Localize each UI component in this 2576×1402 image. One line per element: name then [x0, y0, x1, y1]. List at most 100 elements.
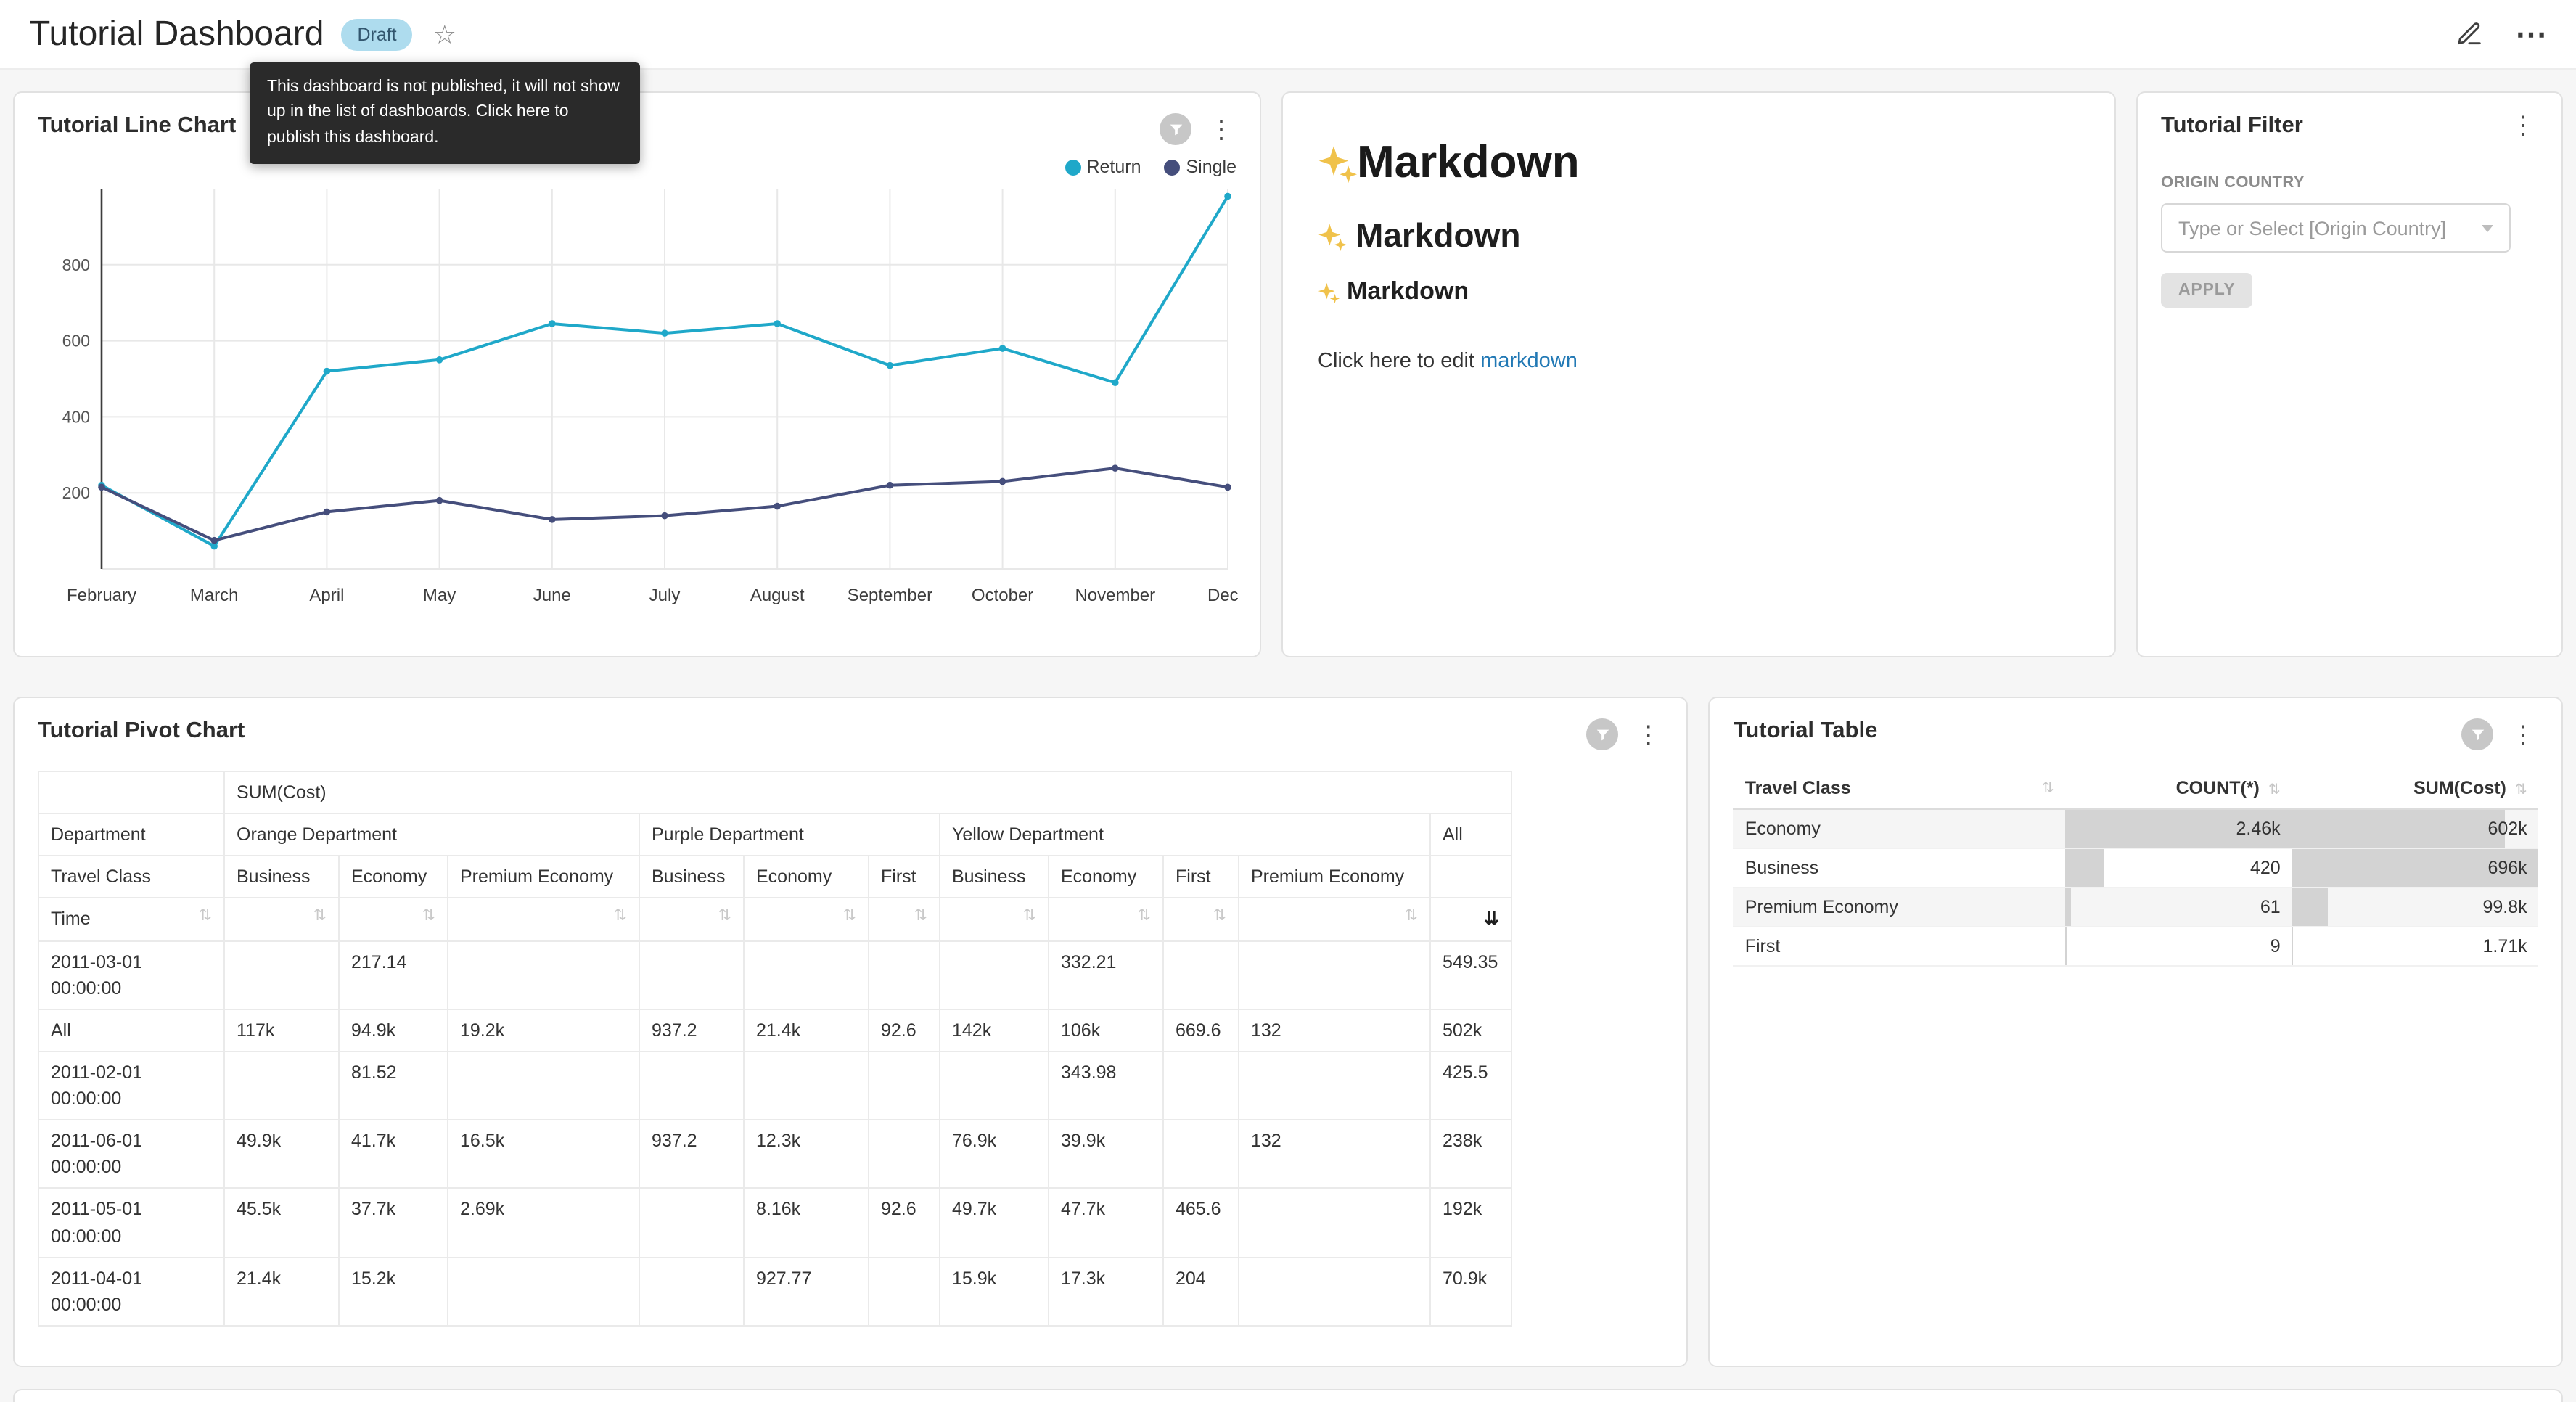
- line-chart-card: Tutorial Line Chart ⋮ ReturnSingle 20040…: [13, 91, 1261, 657]
- kebab-menu-icon[interactable]: ⋮: [2508, 113, 2538, 138]
- kebab-menu-icon[interactable]: ⋮: [1206, 117, 1236, 142]
- svg-text:200: 200: [62, 483, 90, 502]
- table-row: Business420696k: [1734, 848, 2539, 887]
- travel-class-cell: Economy: [1734, 809, 2066, 848]
- sort-icon[interactable]: ⇅: [1405, 906, 1418, 930]
- filter-indicator-icon[interactable]: [1160, 113, 1191, 145]
- next-row-partial-card: [13, 1389, 2563, 1402]
- svg-text:October: October: [972, 586, 1033, 605]
- sort-icon[interactable]: ⇅: [422, 906, 435, 930]
- pivot-cell: [1239, 940, 1430, 1009]
- markdown-h3: Markdown: [1318, 277, 2080, 306]
- publish-tooltip[interactable]: This dashboard is not published, it will…: [250, 62, 640, 164]
- line-chart[interactable]: 200400600800FebruaryMarchAprilMayJuneJul…: [38, 180, 1239, 615]
- pivot-cell: 41.7k: [339, 1120, 448, 1189]
- column-header-sum[interactable]: SUM(Cost)⇅: [2292, 768, 2539, 809]
- pivot-table[interactable]: SUM(Cost)DepartmentOrange DepartmentPurp…: [38, 771, 1512, 1327]
- pivot-cell: [869, 940, 940, 1009]
- sparkles-icon: [1318, 281, 1340, 303]
- markdown-link[interactable]: markdown: [1480, 350, 1578, 373]
- pivot-class-header: Business: [639, 856, 744, 898]
- pivot-cell: [1239, 1257, 1430, 1326]
- pivot-cell: 94.9k: [339, 1009, 448, 1052]
- dashboard-header: Tutorial Dashboard Draft ☆ ⋯: [0, 0, 2576, 70]
- sort-icon[interactable]: ⇅: [2042, 781, 2054, 797]
- sort-icon[interactable]: ⇅: [199, 906, 212, 930]
- pivot-row: 2011-03-01 00:00:00217.14332.21549.35: [38, 940, 1511, 1009]
- origin-country-select[interactable]: Type or Select [Origin Country]: [2161, 203, 2511, 253]
- apply-button[interactable]: APPLY: [2161, 273, 2253, 308]
- column-header-travel-class[interactable]: Travel Class⇅: [1734, 768, 2066, 809]
- svg-text:May: May: [423, 586, 456, 605]
- sort-icon[interactable]: ⇅: [2515, 782, 2527, 798]
- pivot-cell: [448, 1257, 639, 1326]
- pivot-row: 2011-06-01 00:00:0049.9k41.7k16.5k937.21…: [38, 1120, 1511, 1189]
- pivot-cell: [940, 940, 1049, 1009]
- sparkles-icon: [1318, 221, 1347, 250]
- svg-text:800: 800: [62, 255, 90, 274]
- data-table[interactable]: Travel Class⇅COUNT(*)⇅SUM(Cost)⇅Economy2…: [1734, 768, 2539, 967]
- sort-icon[interactable]: ⇅: [718, 906, 731, 930]
- markdown-h1-text: Markdown: [1357, 136, 1580, 189]
- value-bar: [2292, 927, 2293, 965]
- pivot-cell: 70.9k: [1430, 1257, 1511, 1326]
- pivot-cell: 502k: [1430, 1009, 1511, 1052]
- pivot-cell: 21.4k: [224, 1257, 339, 1326]
- sort-icon[interactable]: ⇅: [843, 906, 856, 930]
- sort-desc-icon[interactable]: ⇊: [1484, 906, 1499, 932]
- legend-item[interactable]: Return: [1065, 157, 1141, 177]
- markdown-paragraph-text: Click here to edit: [1318, 350, 1480, 373]
- pivot-cell: 21.4k: [744, 1009, 869, 1052]
- pivot-cell: 669.6: [1163, 1009, 1239, 1052]
- pivot-cell: 2.69k: [448, 1189, 639, 1258]
- pivot-row: 2011-05-01 00:00:0045.5k37.7k2.69k8.16k9…: [38, 1189, 1511, 1258]
- sort-icon[interactable]: ⇅: [914, 906, 927, 930]
- markdown-paragraph: Click here to edit markdown: [1318, 350, 2080, 373]
- edit-dashboard-icon[interactable]: [2456, 20, 2483, 48]
- more-options-icon[interactable]: ⋯: [2515, 18, 2547, 50]
- column-header-count[interactable]: COUNT(*)⇅: [2066, 768, 2292, 809]
- sort-icon[interactable]: ⇅: [2268, 782, 2281, 798]
- legend-dot-icon: [1065, 159, 1080, 175]
- pivot-cell: 39.9k: [1049, 1120, 1163, 1189]
- pivot-cell: 15.2k: [339, 1257, 448, 1326]
- filter-indicator-icon[interactable]: [1587, 718, 1619, 750]
- pivot-cell: 192k: [1430, 1189, 1511, 1258]
- travel-class-cell: First: [1734, 927, 2066, 966]
- pivot-cell: 343.98: [1049, 1052, 1163, 1120]
- pivot-class-header: First: [869, 856, 940, 898]
- pivot-cell: [744, 940, 869, 1009]
- pivot-cell: [224, 1052, 339, 1120]
- pivot-cell: 142k: [940, 1009, 1049, 1052]
- filter-indicator-icon[interactable]: [2461, 718, 2493, 750]
- kebab-menu-icon[interactable]: ⋮: [2508, 722, 2538, 747]
- pivot-class-header: Economy: [1049, 856, 1163, 898]
- travel-class-cell: Business: [1734, 848, 2066, 887]
- pivot-cell: 49.9k: [224, 1120, 339, 1189]
- header-actions: ⋯: [2456, 18, 2547, 50]
- pivot-cell: 238k: [1430, 1120, 1511, 1189]
- pivot-cell: 37.7k: [339, 1189, 448, 1258]
- draft-badge[interactable]: Draft: [341, 18, 412, 50]
- pivot-cell: 16.5k: [448, 1120, 639, 1189]
- filter-card: Tutorial Filter ⋮ ORIGIN COUNTRY Type or…: [2136, 91, 2563, 657]
- legend-item[interactable]: Single: [1165, 157, 1237, 177]
- pivot-all-header: All: [1430, 813, 1511, 856]
- table-header-row: Travel Class⇅COUNT(*)⇅SUM(Cost)⇅: [1734, 768, 2539, 809]
- kebab-menu-icon[interactable]: ⋮: [1633, 722, 1664, 747]
- favorite-star-icon[interactable]: ☆: [433, 21, 456, 47]
- pivot-cell: 927.77: [744, 1257, 869, 1326]
- pivot-row: 2011-02-01 00:00:0081.52343.98425.5: [38, 1052, 1511, 1120]
- sort-icon[interactable]: ⇅: [614, 906, 627, 930]
- pivot-chart-title: Tutorial Pivot Chart: [38, 718, 1587, 745]
- sort-icon[interactable]: ⇅: [1213, 906, 1226, 930]
- svg-text:Dece: Dece: [1207, 586, 1239, 605]
- pivot-cell: 425.5: [1430, 1052, 1511, 1120]
- sort-icon[interactable]: ⇅: [1138, 906, 1151, 930]
- svg-text:June: June: [533, 586, 571, 605]
- legend-label: Return: [1086, 157, 1141, 177]
- travel-class-cell: Premium Economy: [1734, 887, 2066, 927]
- pivot-cell: 49.7k: [940, 1189, 1049, 1258]
- sort-icon[interactable]: ⇅: [313, 906, 327, 930]
- sort-icon[interactable]: ⇅: [1023, 906, 1036, 930]
